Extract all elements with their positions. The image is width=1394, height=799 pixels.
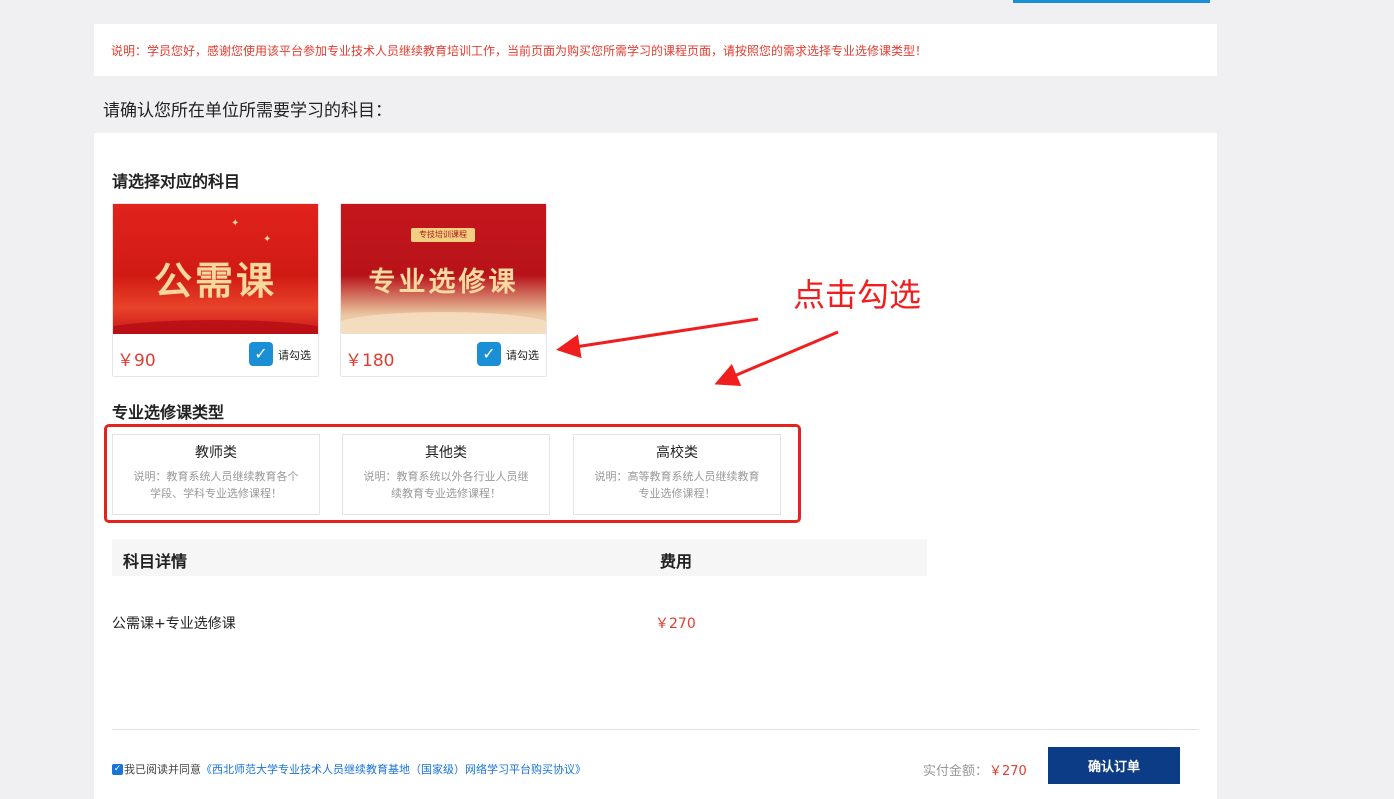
check-label[interactable]: 请勾选 [278,347,311,363]
annotation-text: 点击勾选 [793,276,922,314]
checkbox-checked-icon[interactable]: ✓ [477,342,501,366]
course-image-title: 公需课 [153,259,277,303]
divider [112,729,1199,730]
star-decoration-icon: ✦ [231,218,240,229]
type-section-title: 专业选修课类型 [112,403,225,422]
amount-value: ￥270 [989,764,1027,779]
type-card-teacher[interactable]: 教师类 说明：教育系统人员继续教育各个学段、学科专业选修课程！ [112,434,320,515]
type-card-university[interactable]: 高校类 说明：高等教育系统人员继续教育专业选修课程！ [573,434,781,515]
course-card-footer: ￥180 ✓ 请勾选 [341,334,546,376]
star-decoration-icon: ✦ [263,234,272,245]
course-image-public: ✦ ✦ 公需课 [113,204,318,334]
agreement-text: 我已阅读并同意 [124,763,201,776]
cloud-decoration [341,312,546,334]
course-image-title: 专业选修课 [368,267,519,298]
type-desc: 说明：教育系统以外各行业人员继续教育专业选修课程！ [363,470,529,500]
subject-section-title: 请选择对应的科目 [112,172,241,191]
wave-decoration [113,320,318,334]
header-fee: 费用 [660,552,693,571]
notice-text: 说明：学员您好，感谢您使用该平台参加专业技术人员继续教育培训工作，当前页面为购买… [111,43,928,58]
course-card-footer: ￥90 ✓ 请勾选 [113,334,318,376]
course-price: ￥90 [117,351,156,371]
confirm-order-button[interactable]: 确认订单 [1048,747,1180,784]
check-label[interactable]: 请勾选 [506,347,539,363]
course-image-tag: 专技培训课程 [411,228,475,242]
top-tab-indicator [1013,0,1210,3]
agreement-row: ✓ 我已阅读并同意 《西北师范大学专业技术人员继续教育基地（国家级）网络学习平台… [112,761,586,777]
amount-label: 实付金额： [923,764,989,779]
checkbox-checked-icon[interactable]: ✓ [249,342,273,366]
notice-banner: 说明：学员您好，感谢您使用该平台参加专业技术人员继续教育培训工作，当前页面为购买… [94,24,1217,76]
type-name: 高校类 [656,445,698,461]
type-desc: 说明：教育系统人员继续教育各个学段、学科专业选修课程！ [133,470,299,500]
row-fee: ￥270 [655,616,696,632]
type-card-other[interactable]: 其他类 说明：教育系统以外各行业人员继续教育专业选修课程！ [342,434,550,515]
header-subject: 科目详情 [123,552,188,571]
type-name: 其他类 [425,445,467,461]
type-name: 教师类 [195,445,237,461]
type-desc: 说明：高等教育系统人员继续教育专业选修课程！ [594,470,760,500]
course-card-public[interactable]: ✦ ✦ 公需课 ￥90 ✓ 请勾选 [112,203,319,377]
agreement-link[interactable]: 《西北师范大学专业技术人员继续教育基地（国家级）网络学习平台购买协议》 [201,761,586,777]
agreement-checkbox-icon[interactable]: ✓ [112,763,123,775]
course-image-elective: 专技培训课程 专业选修课 [341,204,546,334]
course-price: ￥180 [345,351,395,371]
confirm-heading: 请确认您所在单位所需要学习的科目： [103,101,392,121]
row-subject: 公需课+专业选修课 [112,616,236,632]
table-header: 科目详情 费用 [112,539,927,576]
course-card-elective[interactable]: 专技培训课程 专业选修课 ￥180 ✓ 请勾选 [340,203,547,377]
